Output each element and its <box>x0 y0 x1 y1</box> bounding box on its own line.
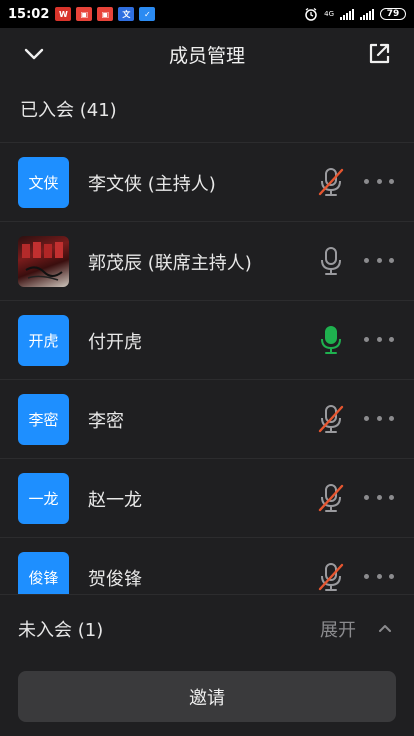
avatar <box>18 236 69 287</box>
news2-icon: ▣ <box>97 7 114 21</box>
network-label: 4G <box>324 9 334 18</box>
member-row[interactable]: 郭茂辰 (联席主持人) <box>0 221 414 300</box>
news-icon: ▣ <box>76 7 93 21</box>
member-name: 郭茂辰 (联席主持人) <box>88 253 252 274</box>
translate-icon: 文 <box>118 7 135 21</box>
avatar: 俊锋 <box>18 552 69 594</box>
chevron-down-icon[interactable] <box>20 40 48 68</box>
member-name: 李密 <box>88 411 124 432</box>
more-options-icon[interactable] <box>364 487 394 507</box>
member-name: 李文侠 (主持人) <box>88 174 216 195</box>
mic-muted-icon[interactable] <box>317 483 345 513</box>
not-joined-label: 未入会 (1) <box>18 620 104 641</box>
member-name: 贺俊锋 <box>88 569 142 590</box>
avatar: 文侠 <box>18 157 69 208</box>
page-title: 成员管理 <box>168 44 245 67</box>
avatar: 开虎 <box>18 315 69 366</box>
signal-icon <box>340 8 354 20</box>
invite-button[interactable]: 邀请 <box>18 671 396 722</box>
mic-muted-icon[interactable] <box>317 167 345 197</box>
avatar: 一龙 <box>18 473 69 524</box>
chevron-up-icon[interactable] <box>376 619 394 637</box>
wps-icon: W <box>55 7 72 21</box>
more-options-icon[interactable] <box>364 566 394 586</box>
mic-muted-icon[interactable] <box>317 562 345 592</box>
member-row[interactable]: 一龙 赵一龙 <box>0 458 414 537</box>
avatar: 李密 <box>18 394 69 445</box>
member-row[interactable]: 文侠 李文侠 (主持人) <box>0 142 414 221</box>
member-name: 付开虎 <box>88 332 142 353</box>
more-options-icon[interactable] <box>364 250 394 270</box>
mic-muted-icon[interactable] <box>317 404 345 434</box>
more-options-icon[interactable] <box>364 329 394 349</box>
app-icon: ✓ <box>139 7 156 21</box>
joined-section-label: 已入会 (41) <box>20 100 117 121</box>
member-row[interactable]: 李密 李密 <box>0 379 414 458</box>
alarm-icon <box>305 7 317 21</box>
external-link-icon[interactable] <box>366 41 392 67</box>
member-name: 赵一龙 <box>88 490 142 511</box>
member-list[interactable]: 文侠 李文侠 (主持人) 郭茂辰 (联席主持人) 开虎 付开虎 李密 李密 一龙 赵一龙 俊锋 贺俊… <box>0 142 414 594</box>
signal2-icon <box>360 8 374 20</box>
status-time: 15:02 <box>8 6 50 22</box>
more-options-icon[interactable] <box>364 171 394 191</box>
header: 成员管理 <box>0 28 414 80</box>
mic-icon[interactable] <box>317 325 345 355</box>
more-options-icon[interactable] <box>364 408 394 428</box>
battery-icon: 79 <box>380 8 406 20</box>
member-row[interactable]: 俊锋 贺俊锋 <box>0 537 414 594</box>
member-row[interactable]: 开虎 付开虎 <box>0 300 414 379</box>
status-bar: 15:02 W ▣ ▣ 文 ✓ 4G 79 <box>0 0 414 28</box>
expand-button[interactable]: 展开 <box>320 616 356 642</box>
mic-icon[interactable] <box>317 246 345 276</box>
not-joined-section[interactable]: 未入会 (1) 展开 <box>0 594 414 660</box>
